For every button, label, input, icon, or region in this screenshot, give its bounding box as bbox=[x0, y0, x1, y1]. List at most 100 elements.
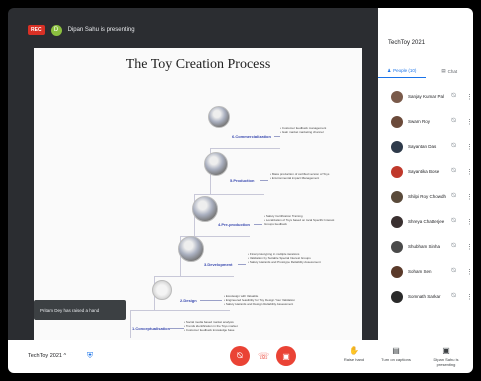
stage-2-image bbox=[152, 280, 172, 300]
tab-people-label: People (10) bbox=[393, 68, 417, 73]
mic-off-icon[interactable]: ⦰ bbox=[451, 93, 461, 100]
connector-line bbox=[260, 180, 268, 181]
participant-row[interactable]: Sayantika Bose ⦰ ⋮ bbox=[378, 159, 473, 184]
shared-slide: The Toy Creation Process 6.Commercializa… bbox=[34, 48, 362, 340]
meeting-name[interactable]: TechToy 2021 ^ bbox=[28, 353, 66, 359]
tab-chat-label: Chat bbox=[447, 68, 458, 74]
avatar bbox=[391, 90, 403, 103]
participant-row[interactable]: Shubham Sinha ⦰ ⋮ bbox=[378, 234, 473, 259]
more-options-icon[interactable]: ⋮ bbox=[466, 118, 473, 126]
participant-row[interactable]: Soham Sen ⦰ ⋮ bbox=[378, 259, 473, 284]
avatar bbox=[391, 215, 403, 228]
more-options-icon[interactable]: ⋮ bbox=[466, 168, 473, 176]
stage-3-notes: • Final prototyping in multiple iteratio… bbox=[248, 252, 321, 264]
participant-name: Shilpi Roy Chowdhury bbox=[408, 194, 446, 199]
shield-icon[interactable]: ⛨ bbox=[87, 351, 96, 361]
avatar bbox=[391, 115, 403, 128]
avatar bbox=[391, 240, 403, 253]
presenter-avatar: D bbox=[50, 24, 62, 36]
raise-hand-button[interactable]: ✋ Raise hand bbox=[334, 346, 374, 362]
stage-1-label: 1.Conceptualisation bbox=[132, 326, 171, 331]
participant-row[interactable]: Sanjay Kumar Pal ⦰ ⋮ bbox=[378, 84, 473, 109]
stage-6-label: 6.Commercialization bbox=[232, 134, 271, 139]
captions-button[interactable]: ▤ Turn on captions bbox=[376, 346, 416, 362]
participant-name: Sanjay Kumar Pal bbox=[408, 94, 445, 99]
stage-5-image bbox=[204, 152, 228, 176]
tab-chat[interactable]: ▤ Chat bbox=[426, 64, 474, 78]
more-options-icon[interactable]: ⋮ bbox=[466, 143, 473, 151]
presenting-status-label: Dipan Sahu is presenting bbox=[433, 357, 459, 367]
participant-name: Soham Sen bbox=[408, 269, 432, 274]
avatar bbox=[391, 290, 403, 303]
hand-icon: ✋ bbox=[349, 346, 359, 355]
participant-row[interactable]: Somnath Sarkar ⦰ ⋮ bbox=[378, 284, 473, 309]
participant-name: Sayantan Das bbox=[408, 144, 437, 149]
camera-off-icon: ▣ bbox=[282, 351, 290, 361]
hang-up-icon[interactable]: ☏ bbox=[258, 351, 269, 362]
chat-icon: ▤ bbox=[441, 68, 446, 73]
side-panel: TechToy 2021 ♟ People (10) ▤ Chat Sanjay… bbox=[378, 8, 473, 340]
avatar bbox=[391, 165, 403, 178]
slide-title: The Toy Creation Process bbox=[125, 57, 271, 72]
participant-row[interactable]: Swarn Roy ⦰ ⋮ bbox=[378, 109, 473, 134]
connector-line bbox=[254, 224, 262, 225]
people-icon: ♟ bbox=[387, 67, 392, 73]
raised-hand-toast: Pritam Dey has raised a hand bbox=[34, 300, 126, 320]
participant-list: Sanjay Kumar Pal ⦰ ⋮ Swarn Roy ⦰ ⋮ Sayan… bbox=[378, 84, 473, 309]
stage-5-notes: • Mass production of certified version o… bbox=[270, 172, 330, 180]
connector-line bbox=[170, 328, 184, 329]
camera-toggle-button[interactable]: ▣ bbox=[276, 346, 296, 366]
stage-3-label: 3.Development bbox=[204, 262, 233, 267]
mic-off-icon[interactable]: ⦰ bbox=[451, 243, 461, 250]
mic-off-icon[interactable]: ⦰ bbox=[451, 193, 461, 200]
presentation-button[interactable]: ▣ Dipan Sahu is presenting bbox=[426, 346, 466, 367]
stage-5-label: 5.Production bbox=[230, 178, 255, 183]
avatar bbox=[391, 140, 403, 153]
participant-name: Shubham Sinha bbox=[408, 244, 441, 249]
participant-name: Shreya Chatterjee bbox=[408, 219, 445, 224]
connector-line bbox=[238, 264, 246, 265]
top-bar: REC D Dipan Sahu is presenting bbox=[8, 22, 370, 38]
tab-people[interactable]: ♟ People (10) bbox=[378, 64, 426, 78]
participant-row[interactable]: Shilpi Roy Chowdhury ⦰ ⋮ bbox=[378, 184, 473, 209]
more-options-icon[interactable]: ⋮ bbox=[466, 193, 473, 201]
participant-name: Sayantika Bose bbox=[408, 169, 440, 174]
more-options-icon[interactable]: ⋮ bbox=[466, 93, 473, 101]
mic-off-icon[interactable]: ⦰ bbox=[451, 118, 461, 125]
meet-window: REC D Dipan Sahu is presenting The Toy C… bbox=[8, 8, 473, 373]
avatar bbox=[391, 265, 403, 278]
mic-off-icon[interactable]: ⦰ bbox=[451, 168, 461, 175]
more-options-icon[interactable]: ⋮ bbox=[466, 243, 473, 251]
mic-off-icon[interactable]: ⦰ bbox=[451, 143, 461, 150]
participant-name: Somnath Sarkar bbox=[408, 294, 441, 299]
stage-4-label: 4.Pre-production bbox=[218, 222, 251, 227]
panel-title: TechToy 2021 bbox=[388, 40, 426, 46]
stage-6-notes: • Customer feedback management • Gain ma… bbox=[280, 126, 327, 134]
chevron-up-icon: ^ bbox=[63, 353, 67, 359]
stage-3-image bbox=[178, 236, 204, 262]
connector-line bbox=[274, 136, 280, 137]
more-options-icon[interactable]: ⋮ bbox=[466, 268, 473, 276]
mic-off-icon[interactable]: ⦰ bbox=[451, 268, 461, 275]
meeting-name-text: TechToy 2021 bbox=[28, 353, 62, 359]
recording-badge: REC bbox=[28, 25, 45, 35]
captions-icon: ▤ bbox=[392, 346, 400, 355]
mic-off-icon[interactable]: ⦰ bbox=[451, 218, 461, 225]
captions-label: Turn on captions bbox=[381, 357, 411, 362]
participant-row[interactable]: Sayantan Das ⦰ ⋮ bbox=[378, 134, 473, 159]
mic-off-icon: ⦰ bbox=[236, 351, 244, 360]
mic-toggle-button[interactable]: ⦰ bbox=[230, 346, 250, 366]
raise-hand-label: Raise hand bbox=[343, 357, 365, 362]
mic-off-icon[interactable]: ⦰ bbox=[451, 293, 461, 300]
stage-4-image bbox=[192, 196, 218, 222]
more-options-icon[interactable]: ⋮ bbox=[466, 293, 473, 301]
stage-2-notes: • Ecodesign with Valuable • Engineered f… bbox=[224, 294, 295, 306]
present-icon: ▣ bbox=[442, 346, 450, 355]
connector-line bbox=[200, 300, 222, 301]
panel-tabs: ♟ People (10) ▤ Chat bbox=[378, 64, 473, 78]
stage-1-notes: • Social media based market analysis • T… bbox=[184, 320, 238, 332]
stage-6-image bbox=[208, 106, 230, 128]
participant-name: Swarn Roy bbox=[408, 119, 431, 124]
more-options-icon[interactable]: ⋮ bbox=[466, 218, 473, 226]
participant-row[interactable]: Shreya Chatterjee ⦰ ⋮ bbox=[378, 209, 473, 234]
